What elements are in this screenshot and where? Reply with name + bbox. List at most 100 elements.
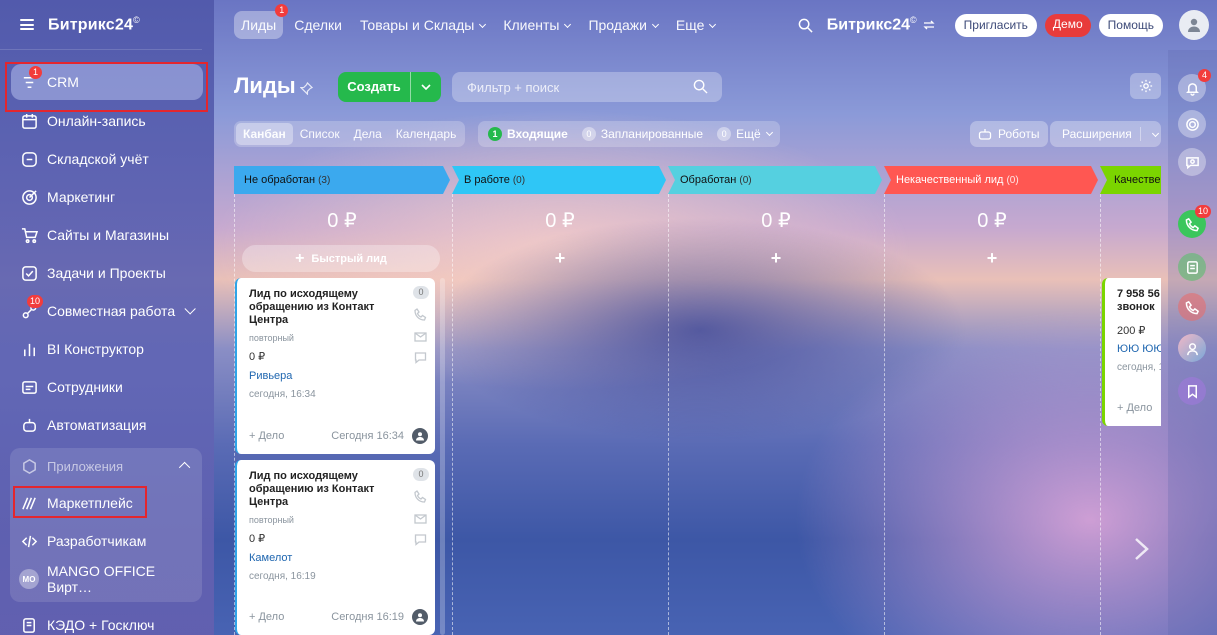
assistant-avatar[interactable] <box>1178 334 1206 362</box>
robots-button[interactable]: Роботы <box>970 121 1048 147</box>
highlight-box-crm <box>5 62 208 112</box>
add-lead-plus-icon[interactable]: + <box>452 248 668 269</box>
view-calendar[interactable]: Календарь <box>389 123 464 145</box>
lead-card[interactable]: Лид по исходящему обращению из Контакт Ц… <box>235 278 435 454</box>
card-company-link[interactable]: Камелот <box>249 552 292 564</box>
card-company-link[interactable]: Ривьера <box>249 370 292 382</box>
contact-center-button[interactable] <box>1178 253 1206 281</box>
sidebar-item-employees[interactable]: Сотрудники <box>0 368 214 406</box>
user-icon <box>416 613 424 622</box>
card-title[interactable]: Лид по исходящему обращению из Контакт Ц… <box>249 470 399 509</box>
sidebar-item-label: Маркетинг <box>47 189 116 205</box>
tab-sales[interactable]: Продажи <box>581 11 664 39</box>
tab-clients[interactable]: Клиенты <box>496 11 577 39</box>
search-input[interactable] <box>467 79 687 95</box>
chevron-down-icon[interactable] <box>411 84 441 90</box>
add-activity-link[interactable]: + Дело <box>249 430 284 442</box>
sidebar-item-bi[interactable]: BI Конструктор <box>0 330 214 368</box>
menu-burger-icon[interactable] <box>20 19 34 30</box>
warehouse-icon <box>19 149 39 169</box>
card-deadline[interactable]: Сегодня 16:34 <box>331 430 404 442</box>
view-kanban[interactable]: Канбан <box>236 123 293 145</box>
mail-icon[interactable] <box>414 330 427 343</box>
sidebar-header: Битрикс24© <box>0 0 202 50</box>
column-scrollbar[interactable] <box>440 278 445 635</box>
column-header[interactable]: Качествен <box>1114 166 1161 194</box>
tab-products[interactable]: Товары и Склады <box>353 11 492 39</box>
header-logo[interactable]: Битрикс24© <box>827 15 917 34</box>
search-icon[interactable] <box>693 79 708 94</box>
sidebar-item-automation[interactable]: Автоматизация <box>0 406 214 444</box>
sidebar-item-sites[interactable]: Сайты и Магазины <box>0 216 214 254</box>
tab-leads[interactable]: Лиды 1 <box>234 4 289 39</box>
add-activity-link[interactable]: + Дело <box>1117 402 1152 414</box>
phone-icon[interactable] <box>414 490 427 503</box>
calls-button[interactable]: 10 <box>1178 205 1211 238</box>
sidebar-item-marketing[interactable]: Маркетинг <box>0 178 214 216</box>
sync-arrows-icon[interactable] <box>923 19 935 31</box>
chevron-down-icon <box>479 20 487 29</box>
sidebar-item-tasks[interactable]: Задачи и Проекты <box>0 254 214 292</box>
phone-icon[interactable] <box>414 308 427 321</box>
column-header[interactable]: Некачественный лид (0) <box>896 166 1019 194</box>
counter-incoming[interactable]: 1 Входящие <box>488 127 568 141</box>
card-date: сегодня, 16:34 <box>249 389 316 400</box>
page-title: Лиды <box>234 73 296 98</box>
apps-cube-icon <box>19 456 39 476</box>
responsible-avatar[interactable] <box>412 428 428 444</box>
user-icon <box>416 432 424 441</box>
card-title[interactable]: Лид по исходящему обращению из Контакт Ц… <box>249 288 399 327</box>
notifications-button[interactable]: 4 <box>1178 69 1211 102</box>
sidebar-item-warehouse[interactable]: Складской учёт <box>0 140 214 178</box>
chevron-right-icon[interactable] <box>1133 537 1151 561</box>
search-icon[interactable] <box>798 18 813 33</box>
create-button[interactable]: Создать <box>338 72 441 102</box>
view-list[interactable]: Список <box>293 123 347 145</box>
quick-lead-button[interactable]: + Быстрый лид <box>242 245 440 272</box>
messenger-button[interactable] <box>1178 148 1206 176</box>
filter-search[interactable] <box>452 72 722 102</box>
add-activity-link[interactable]: + Дело <box>249 611 284 623</box>
card-title[interactable]: 7 958 56 <box>1117 288 1161 301</box>
apps-group-header[interactable]: Приложения <box>10 448 202 484</box>
sidebar-item-developers[interactable]: Разработчикам <box>10 522 202 560</box>
chevron-down-icon[interactable] <box>184 303 196 315</box>
add-lead-plus-icon[interactable]: + <box>884 248 1100 269</box>
chat-icon[interactable] <box>414 533 427 546</box>
counter-more[interactable]: 0 Ещё <box>717 127 773 141</box>
add-lead-plus-icon[interactable]: + <box>668 248 884 269</box>
demo-button[interactable]: Демо <box>1044 13 1091 37</box>
settings-button[interactable] <box>1130 73 1161 99</box>
telephony-button[interactable] <box>1178 293 1206 321</box>
user-avatar[interactable] <box>1179 10 1209 40</box>
responsible-avatar[interactable] <box>412 609 428 625</box>
sidebar-item-collab[interactable]: 10 Совместная работа <box>0 292 214 330</box>
card-company-link[interactable]: ЮЮ ЮЮ <box>1117 343 1161 355</box>
extensions-button[interactable]: Расширения <box>1050 121 1161 147</box>
help-button[interactable]: Помощь <box>1098 13 1163 37</box>
tab-more[interactable]: Еще <box>669 11 723 39</box>
column-header[interactable]: Не обработан (3) <box>234 166 330 194</box>
tab-deals[interactable]: Сделки <box>287 11 349 39</box>
chevron-up-icon[interactable] <box>178 461 191 474</box>
pin-icon[interactable] <box>300 82 313 95</box>
app-logo[interactable]: Битрикс24© <box>48 15 140 34</box>
mail-icon[interactable] <box>414 512 427 525</box>
robots-label: Роботы <box>998 127 1040 141</box>
extensions-dropdown[interactable] <box>1141 127 1160 141</box>
bookmarks-button[interactable] <box>1178 377 1206 405</box>
sidebar-item-kedo[interactable]: КЭДО + Госключ <box>0 606 214 635</box>
pulse-button[interactable] <box>1178 110 1206 138</box>
counter-planned[interactable]: 0 Запланированные <box>581 127 703 141</box>
chat-icon[interactable] <box>414 351 427 364</box>
invite-button[interactable]: Пригласить <box>954 13 1037 37</box>
phone-icon <box>1185 217 1199 231</box>
card-deadline[interactable]: Сегодня 16:19 <box>331 611 404 623</box>
lead-card[interactable]: 7 958 56 звонок 200 ₽ ЮЮ ЮЮ сегодня, 1 +… <box>1102 278 1161 426</box>
sidebar-item-mango-office[interactable]: MO MANGO OFFICE Вирт… <box>10 560 202 598</box>
column-header[interactable]: В работе (0) <box>464 166 525 194</box>
logo-mark: © <box>133 14 140 25</box>
column-header[interactable]: Обработан (0) <box>680 166 752 194</box>
lead-card[interactable]: Лид по исходящему обращению из Контакт Ц… <box>235 460 435 635</box>
view-activities[interactable]: Дела <box>347 123 389 145</box>
